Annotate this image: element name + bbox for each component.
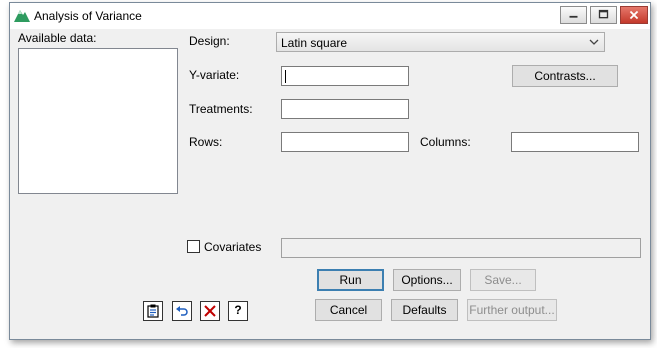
covariates-label: Covariates: [204, 240, 262, 254]
y-variate-field[interactable]: [281, 66, 409, 86]
run-button[interactable]: Run: [317, 269, 384, 291]
save-button: Save...: [470, 269, 536, 291]
further-output-button: Further output...: [467, 299, 557, 321]
text-caret: [285, 70, 286, 83]
title-bar[interactable]: Analysis of Variance: [10, 3, 650, 29]
y-variate-label: Y-variate:: [189, 68, 240, 82]
covariates-field: [281, 238, 641, 258]
red-x-icon: [204, 305, 216, 317]
defaults-button[interactable]: Defaults: [391, 299, 458, 321]
minimize-icon: [569, 15, 578, 18]
available-data-list[interactable]: [18, 48, 178, 194]
clipboard-icon: [147, 304, 159, 318]
columns-field[interactable]: [511, 132, 639, 152]
minimize-button[interactable]: [560, 6, 587, 24]
close-icon: [629, 10, 639, 20]
help-icon: ?: [234, 303, 242, 317]
rows-field[interactable]: [281, 132, 409, 152]
chevron-down-icon: [589, 39, 599, 45]
cancel-button[interactable]: Cancel: [315, 299, 382, 321]
copy-settings-button[interactable]: [143, 301, 163, 321]
maximize-icon: [598, 9, 609, 19]
close-button[interactable]: [620, 6, 648, 24]
options-button[interactable]: Options...: [393, 269, 461, 291]
design-label: Design:: [189, 34, 230, 48]
contrasts-button[interactable]: Contrasts...: [512, 65, 618, 87]
treatments-label: Treatments:: [189, 102, 253, 116]
undo-button[interactable]: [172, 301, 192, 321]
maximize-button[interactable]: [590, 6, 617, 24]
available-data-label: Available data:: [18, 31, 97, 45]
covariates-checkbox[interactable]: [187, 240, 200, 253]
help-button[interactable]: ?: [228, 301, 248, 321]
mountain-icon: [14, 10, 30, 22]
undo-arrow-icon: [176, 306, 188, 316]
rows-label: Rows:: [189, 135, 223, 149]
clear-button[interactable]: [200, 301, 220, 321]
columns-label: Columns:: [420, 135, 471, 149]
window-title: Analysis of Variance: [34, 9, 142, 23]
design-select[interactable]: Latin square: [276, 32, 605, 52]
analysis-of-variance-dialog: Analysis of Variance Available data: Des…: [9, 2, 651, 340]
treatments-field[interactable]: [281, 99, 409, 119]
design-value: Latin square: [281, 36, 348, 50]
